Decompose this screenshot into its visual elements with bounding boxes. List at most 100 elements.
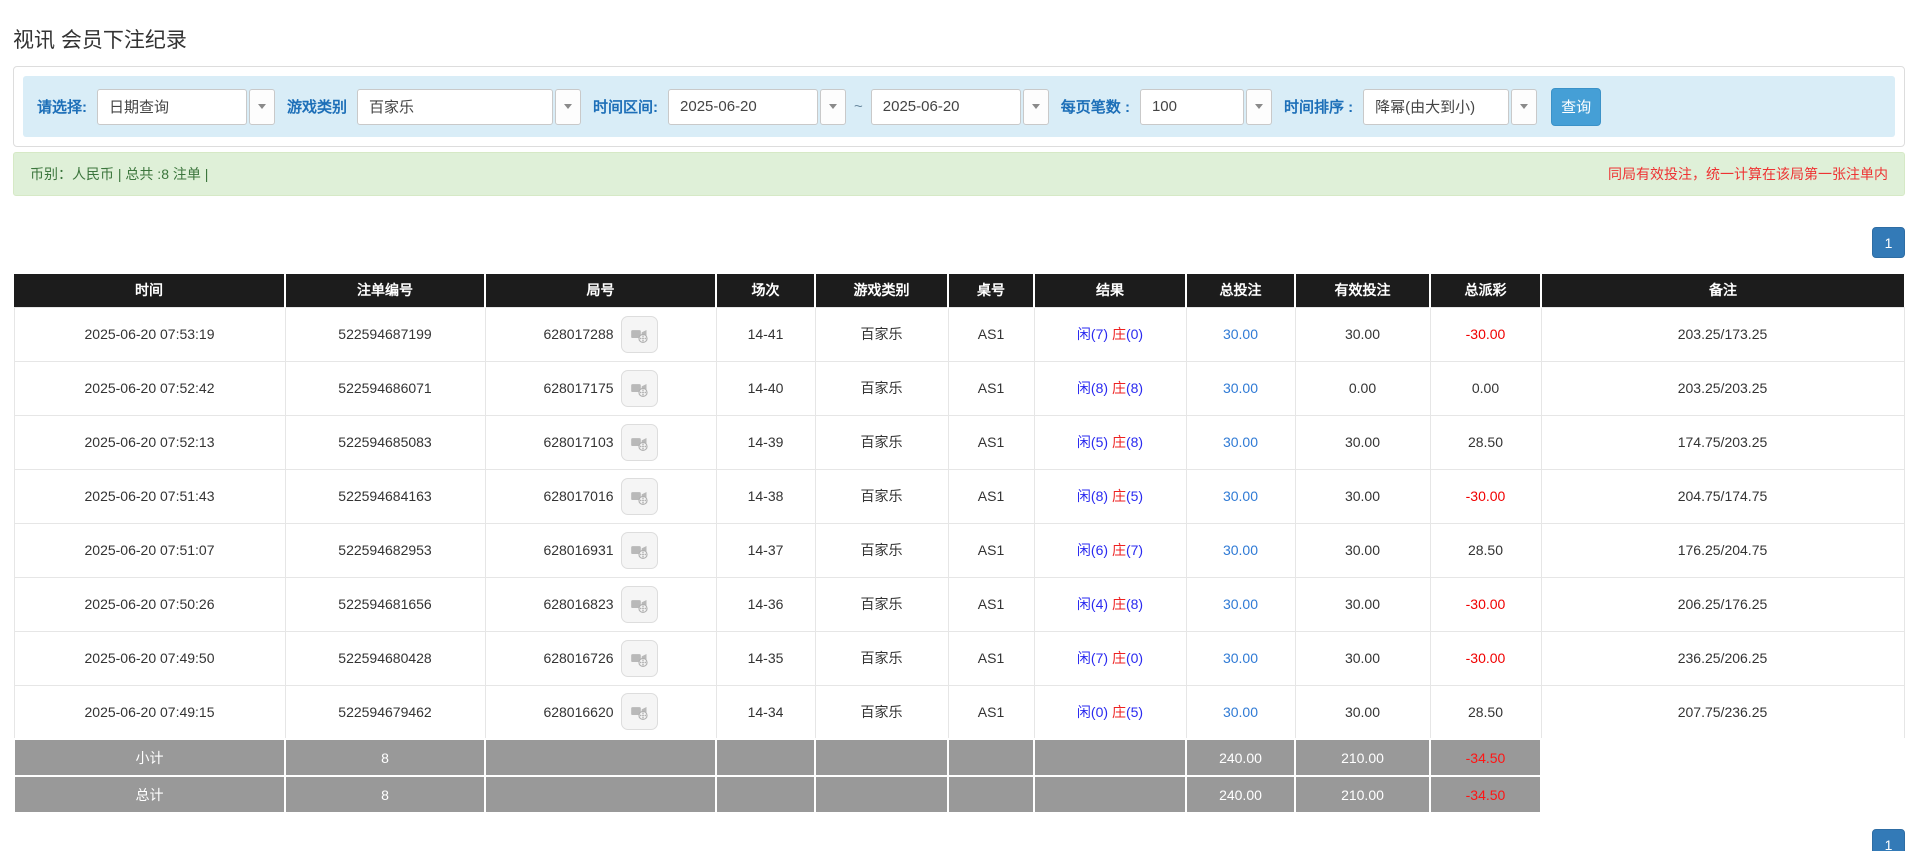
query-type-select[interactable]: 日期查询 — [97, 88, 275, 125]
filter-panel: 请选择: 日期查询 游戏类别 百家乐 时间区间: 2025-06-20 ~ 20… — [13, 66, 1905, 147]
video-icon — [630, 329, 648, 343]
chevron-down-icon — [1022, 88, 1049, 125]
per-page-label: 每页笔数 : — [1060, 99, 1130, 116]
cell-remark: 207.75/236.25 — [1540, 684, 1905, 740]
summary-label: 小计 — [13, 738, 286, 777]
col-header-bet-no: 注单编号 — [285, 274, 486, 307]
cell-table-no: AS1 — [947, 576, 1035, 632]
video-replay-button[interactable] — [620, 423, 658, 461]
result-banker: 庄 — [1111, 703, 1126, 720]
per-page-value: 100 — [1139, 88, 1244, 125]
cell-time: 2025-06-20 07:49:50 — [13, 630, 286, 686]
game-type-value: 百家乐 — [357, 88, 554, 125]
game-type-select[interactable]: 百家乐 — [357, 88, 582, 125]
cell-payout: 0.00 — [1429, 360, 1542, 416]
video-icon — [630, 599, 648, 613]
total-bet-link[interactable]: 30.00 — [1223, 542, 1258, 558]
summary-payout: -34.50 — [1429, 738, 1542, 777]
page-1-button[interactable]: 1 — [1872, 227, 1905, 258]
col-header-round-no: 局号 — [485, 274, 717, 307]
cell-total-bet: 30.00 — [1185, 684, 1296, 740]
result-banker: 庄 — [1111, 542, 1126, 558]
cell-valid-bet: 0.00 — [1294, 360, 1431, 416]
result-banker-num: (0) — [1125, 326, 1144, 342]
video-replay-button[interactable] — [620, 315, 658, 353]
cell-bet-no: 522594681656 — [284, 576, 486, 632]
round-number: 628017175 — [543, 380, 614, 396]
cell-bet-no: 522594685083 — [284, 414, 486, 470]
result-banker: 庄 — [1111, 434, 1126, 450]
cell-payout: -30.00 — [1429, 630, 1542, 686]
video-replay-button[interactable] — [620, 369, 658, 407]
date-to-select[interactable]: 2025-06-20 — [870, 88, 1049, 125]
table-row: 2025-06-20 07:49:15 522594679462 6280166… — [13, 684, 1905, 740]
summary-payout: -34.50 — [1429, 775, 1542, 814]
total-bet-link[interactable]: 30.00 — [1223, 326, 1258, 342]
cell-session: 14-40 — [715, 360, 816, 416]
cell-bet-no: 522594679462 — [284, 684, 486, 740]
video-icon — [630, 383, 648, 397]
page-1-button[interactable]: 1 — [1872, 829, 1905, 851]
cell-game: 百家乐 — [814, 630, 949, 686]
total-bet-link[interactable]: 30.00 — [1223, 380, 1258, 396]
cell-table-no: AS1 — [947, 414, 1035, 470]
cell-time: 2025-06-20 07:51:07 — [13, 522, 286, 578]
table-row: 2025-06-20 07:49:50 522594680428 6280167… — [13, 630, 1905, 686]
cell-payout: 28.50 — [1429, 684, 1542, 740]
cell-time: 2025-06-20 07:50:26 — [13, 576, 286, 632]
chevron-down-icon — [249, 88, 275, 125]
query-button[interactable]: 查询 — [1551, 87, 1602, 126]
total-bet-link[interactable]: 30.00 — [1223, 650, 1258, 666]
bet-records-table: 时间 注单编号 局号 场次 游戏类别 桌号 结果 总投注 有效投注 总派彩 备注… — [13, 274, 1905, 814]
video-replay-button[interactable] — [620, 639, 658, 677]
total-bet-link[interactable]: 30.00 — [1223, 488, 1258, 504]
cell-total-bet: 30.00 — [1185, 360, 1296, 416]
cell-result: 闲(8) 庄(8) — [1033, 360, 1187, 416]
table-row: 2025-06-20 07:52:42 522594686071 6280171… — [13, 360, 1905, 416]
video-replay-button[interactable] — [620, 477, 658, 515]
date-to-value: 2025-06-20 — [870, 88, 1021, 125]
cell-session: 14-36 — [715, 576, 816, 632]
video-icon — [630, 545, 648, 559]
result-banker-num: (8) — [1125, 380, 1144, 396]
select-type-label: 请选择: — [37, 99, 87, 116]
cell-result: 闲(5) 庄(8) — [1033, 414, 1187, 470]
cell-time: 2025-06-20 07:53:19 — [13, 306, 286, 362]
round-number: 628016726 — [543, 650, 614, 666]
total-bet-link[interactable]: 30.00 — [1223, 704, 1258, 720]
cell-session: 14-35 — [715, 630, 816, 686]
round-number: 628016823 — [543, 596, 614, 612]
result-banker-num: (0) — [1125, 650, 1144, 666]
table-body: 2025-06-20 07:53:19 522594687199 6280172… — [13, 306, 1905, 740]
result-banker-num: (5) — [1125, 703, 1144, 720]
result-player: 闲(8) — [1076, 380, 1109, 396]
cell-remark: 204.75/174.75 — [1540, 468, 1905, 524]
video-replay-button[interactable] — [620, 585, 658, 623]
cell-round-no: 628017175 — [484, 360, 717, 416]
cell-bet-no: 522594680428 — [284, 630, 486, 686]
cell-valid-bet: 30.00 — [1294, 684, 1431, 740]
result-banker: 庄 — [1111, 380, 1126, 396]
cell-round-no: 628016726 — [484, 630, 717, 686]
cell-payout: 28.50 — [1429, 414, 1542, 470]
summary-label: 总计 — [13, 775, 286, 814]
total-bet-link[interactable]: 30.00 — [1223, 434, 1258, 450]
cell-round-no: 628016823 — [484, 576, 717, 632]
time-sort-label: 时间排序 : — [1283, 99, 1354, 116]
total-bet-link[interactable]: 30.00 — [1223, 596, 1258, 612]
round-number: 628017288 — [543, 326, 614, 342]
date-from-select[interactable]: 2025-06-20 — [668, 88, 847, 125]
cell-session: 14-34 — [715, 684, 816, 740]
cell-remark: 176.25/204.75 — [1540, 522, 1905, 578]
cell-total-bet: 30.00 — [1185, 576, 1296, 632]
cell-total-bet: 30.00 — [1185, 306, 1296, 362]
cell-payout: -30.00 — [1429, 306, 1542, 362]
cell-result: 闲(4) 庄(8) — [1033, 576, 1187, 632]
cell-valid-bet: 30.00 — [1294, 306, 1431, 362]
video-replay-button[interactable] — [620, 693, 658, 731]
video-replay-button[interactable] — [620, 531, 658, 569]
time-sort-select[interactable]: 降幂(由大到小) — [1363, 88, 1538, 125]
round-number: 628016931 — [543, 542, 614, 558]
cell-time: 2025-06-20 07:52:13 — [13, 414, 286, 470]
per-page-select[interactable]: 100 — [1139, 88, 1272, 125]
